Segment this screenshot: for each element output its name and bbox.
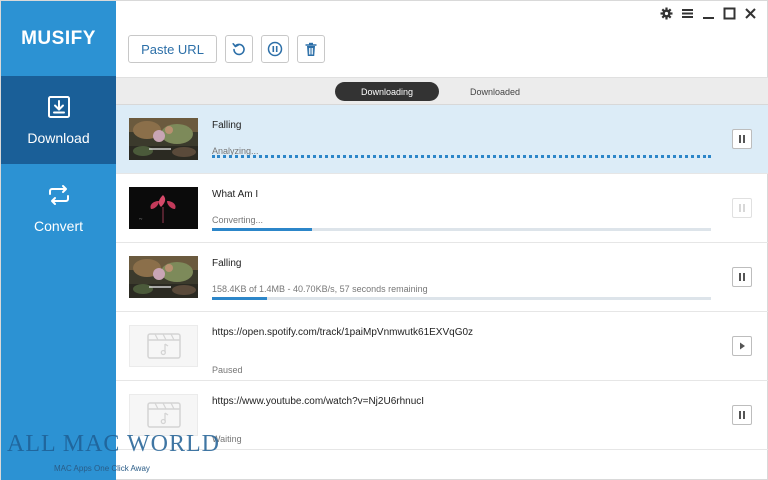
track-title: What Am I <box>212 189 259 200</box>
toolbar: Paste URL <box>128 35 325 63</box>
track-url: https://www.youtube.com/watch?v=Nj2U6rhn… <box>212 396 425 407</box>
app-brand: MUSIFY <box>21 27 96 49</box>
sidebar-item-download[interactable]: Download <box>1 76 116 164</box>
list-item[interactable]: https://open.spotify.com/track/1paiMpVnm… <box>116 312 768 381</box>
tab-bar: Downloading Downloaded <box>116 77 768 105</box>
progress-fill <box>212 228 312 231</box>
progress-bar <box>212 228 711 231</box>
watermark: ALL MAC WORLD MAC Apps One Click Away <box>7 431 227 479</box>
minimize-icon[interactable] <box>702 7 715 20</box>
music-file-icon <box>146 333 181 359</box>
list-item[interactable]: ~ What Am I Converting... <box>116 174 768 243</box>
track-thumbnail: ~ <box>129 187 198 229</box>
progress-bar <box>212 297 711 300</box>
track-url: https://open.spotify.com/track/1paiMpVnm… <box>212 327 474 338</box>
gear-icon[interactable] <box>660 7 673 20</box>
pause-button[interactable] <box>732 129 752 149</box>
trash-icon <box>305 42 317 56</box>
list-item[interactable]: Falling 158.4KB of 1.4MB - 40.70KB/s, 57… <box>116 243 768 312</box>
music-file-icon <box>146 402 181 428</box>
paste-url-button[interactable]: Paste URL <box>128 35 217 63</box>
pause-button[interactable] <box>732 405 752 425</box>
maximize-icon[interactable] <box>723 7 736 20</box>
app-window: MUSIFY Download Convert Paste URL Downlo… <box>0 0 768 480</box>
pause-all-button[interactable] <box>261 35 289 63</box>
tab-downloading[interactable]: Downloading <box>335 82 439 101</box>
pause-icon <box>739 273 745 281</box>
track-thumbnail <box>129 256 198 298</box>
sidebar: MUSIFY Download Convert <box>1 1 116 480</box>
pause-button[interactable] <box>732 198 752 218</box>
delete-button[interactable] <box>297 35 325 63</box>
track-status: Paused <box>212 365 243 375</box>
sidebar-item-label: Convert <box>33 218 84 234</box>
pause-icon <box>739 135 745 143</box>
window-controls <box>660 7 757 20</box>
play-icon <box>740 342 745 350</box>
download-icon <box>47 96 70 118</box>
sidebar-item-convert[interactable]: Convert <box>1 164 116 252</box>
progress-fill <box>212 297 267 300</box>
track-thumbnail-placeholder <box>129 325 198 367</box>
track-status: Converting... <box>212 215 264 225</box>
close-icon[interactable] <box>744 7 757 20</box>
track-status: 158.4KB of 1.4MB - 40.70KB/s, 57 seconds… <box>212 284 428 294</box>
progress-indicator <box>212 155 711 158</box>
tab-downloaded[interactable]: Downloaded <box>451 82 539 101</box>
sidebar-item-label: Download <box>27 130 90 146</box>
menu-icon[interactable] <box>681 7 694 20</box>
resume-button[interactable] <box>732 336 752 356</box>
track-thumbnail-placeholder <box>129 394 198 436</box>
track-title: Falling <box>212 258 242 269</box>
pause-button[interactable] <box>732 267 752 287</box>
refresh-button[interactable] <box>225 35 253 63</box>
watermark-tagline: MAC Apps One Click Away <box>54 464 150 473</box>
pause-all-icon <box>267 41 283 57</box>
pause-icon <box>739 411 745 419</box>
convert-icon <box>48 185 69 205</box>
pause-icon <box>739 204 745 212</box>
list-item[interactable]: Falling Analyzing... <box>116 105 768 174</box>
track-title: Falling <box>212 120 242 131</box>
refresh-icon <box>232 43 245 56</box>
watermark-brand: ALL MAC WORLD <box>7 431 220 457</box>
track-thumbnail <box>129 118 198 160</box>
